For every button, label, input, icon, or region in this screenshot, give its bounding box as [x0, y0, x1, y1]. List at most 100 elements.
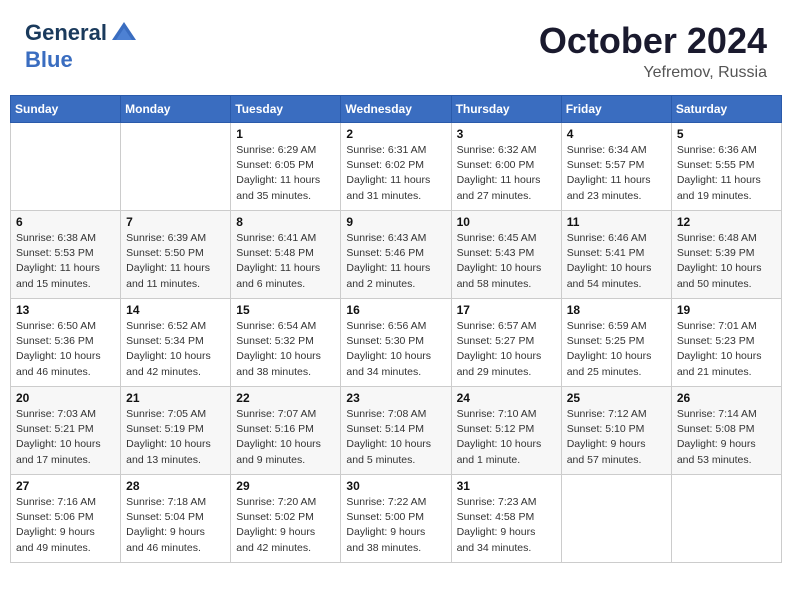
calendar-cell: 13Sunrise: 6:50 AM Sunset: 5:36 PM Dayli…	[11, 299, 121, 387]
weekday-header-thursday: Thursday	[451, 96, 561, 123]
month-title: October 2024	[539, 20, 767, 62]
weekday-header-tuesday: Tuesday	[231, 96, 341, 123]
calendar-cell	[11, 123, 121, 211]
weekday-header-sunday: Sunday	[11, 96, 121, 123]
calendar-cell: 8Sunrise: 6:41 AM Sunset: 5:48 PM Daylig…	[231, 211, 341, 299]
week-row-2: 6 Sunrise: 6:38 AM Sunset: 5:53 PM Daylig…	[11, 211, 782, 299]
day-number: 2	[346, 127, 445, 141]
day-number: 20	[16, 391, 115, 405]
calendar-cell: 24 Sunrise: 7:10 AM Sunset: 5:12 PM Dayli…	[451, 387, 561, 475]
day-info: Sunrise: 6:31 AM Sunset: 6:02 PM Dayligh…	[346, 143, 445, 204]
day-info: Sunrise: 6:34 AM Sunset: 5:57 PM Dayligh…	[567, 143, 666, 204]
day-info: Sunrise: 6:29 AM Sunset: 6:05 PM Dayligh…	[236, 143, 335, 204]
day-info: Sunrise: 7:22 AM Sunset: 5:00 PM Dayligh…	[346, 495, 445, 556]
day-info: Sunrise: 7:01 AM Sunset: 5:23 PM Dayligh…	[677, 319, 776, 380]
day-number: 11	[567, 215, 666, 229]
calendar-cell: 5 Sunrise: 6:36 AM Sunset: 5:55 PM Daylig…	[671, 123, 781, 211]
calendar-cell: 12 Sunrise: 6:48 AM Sunset: 5:39 PM Dayli…	[671, 211, 781, 299]
calendar-cell: 1 Sunrise: 6:29 AM Sunset: 6:05 PM Daylig…	[231, 123, 341, 211]
day-number: 6	[16, 215, 115, 229]
day-info: Sunrise: 6:32 AM Sunset: 6:00 PM Dayligh…	[457, 143, 556, 204]
calendar-cell: 6 Sunrise: 6:38 AM Sunset: 5:53 PM Daylig…	[11, 211, 121, 299]
day-info: Sunrise: 6:50 AM Sunset: 5:36 PM Dayligh…	[16, 319, 115, 380]
day-info: Sunrise: 7:03 AM Sunset: 5:21 PM Dayligh…	[16, 407, 115, 468]
day-info: Sunrise: 6:43 AM Sunset: 5:46 PM Dayligh…	[346, 231, 445, 292]
calendar-cell: 16 Sunrise: 6:56 AM Sunset: 5:30 PM Dayli…	[341, 299, 451, 387]
logo-text: General	[25, 20, 138, 48]
day-number: 15	[236, 303, 335, 317]
day-info: Sunrise: 7:05 AM Sunset: 5:19 PM Dayligh…	[126, 407, 225, 468]
day-number: 27	[16, 479, 115, 493]
calendar-cell	[121, 123, 231, 211]
day-info: Sunrise: 7:14 AM Sunset: 5:08 PM Dayligh…	[677, 407, 776, 468]
week-row-1: 1 Sunrise: 6:29 AM Sunset: 6:05 PM Daylig…	[11, 123, 782, 211]
calendar-cell: 7Sunrise: 6:39 AM Sunset: 5:50 PM Daylig…	[121, 211, 231, 299]
calendar-cell: 29 Sunrise: 7:20 AM Sunset: 5:02 PM Dayli…	[231, 475, 341, 563]
calendar-cell: 25Sunrise: 7:12 AM Sunset: 5:10 PM Dayli…	[561, 387, 671, 475]
day-number: 29	[236, 479, 335, 493]
calendar-cell: 30 Sunrise: 7:22 AM Sunset: 5:00 PM Dayli…	[341, 475, 451, 563]
day-number: 10	[457, 215, 556, 229]
day-info: Sunrise: 7:07 AM Sunset: 5:16 PM Dayligh…	[236, 407, 335, 468]
logo-blue-text: Blue	[25, 48, 138, 72]
day-info: Sunrise: 6:45 AM Sunset: 5:43 PM Dayligh…	[457, 231, 556, 292]
day-number: 14	[126, 303, 225, 317]
calendar-cell: 27Sunrise: 7:16 AM Sunset: 5:06 PM Dayli…	[11, 475, 121, 563]
day-number: 22	[236, 391, 335, 405]
day-number: 21	[126, 391, 225, 405]
day-info: Sunrise: 6:57 AM Sunset: 5:27 PM Dayligh…	[457, 319, 556, 380]
calendar-table: SundayMondayTuesdayWednesdayThursdayFrid…	[10, 95, 782, 563]
day-number: 30	[346, 479, 445, 493]
day-number: 9	[346, 215, 445, 229]
day-info: Sunrise: 6:36 AM Sunset: 5:55 PM Dayligh…	[677, 143, 776, 204]
day-info: Sunrise: 7:10 AM Sunset: 5:12 PM Dayligh…	[457, 407, 556, 468]
calendar-cell: 9 Sunrise: 6:43 AM Sunset: 5:46 PM Daylig…	[341, 211, 451, 299]
day-info: Sunrise: 7:23 AM Sunset: 4:58 PM Dayligh…	[457, 495, 556, 556]
calendar-cell: 18Sunrise: 6:59 AM Sunset: 5:25 PM Dayli…	[561, 299, 671, 387]
calendar-cell: 14Sunrise: 6:52 AM Sunset: 5:34 PM Dayli…	[121, 299, 231, 387]
day-number: 17	[457, 303, 556, 317]
weekday-header-friday: Friday	[561, 96, 671, 123]
calendar-cell: 3 Sunrise: 6:32 AM Sunset: 6:00 PM Daylig…	[451, 123, 561, 211]
weekday-header-saturday: Saturday	[671, 96, 781, 123]
calendar-cell: 10 Sunrise: 6:45 AM Sunset: 5:43 PM Dayli…	[451, 211, 561, 299]
day-info: Sunrise: 7:20 AM Sunset: 5:02 PM Dayligh…	[236, 495, 335, 556]
day-number: 16	[346, 303, 445, 317]
location: Yefremov, Russia	[539, 64, 767, 82]
day-number: 8	[236, 215, 335, 229]
weekday-header-wednesday: Wednesday	[341, 96, 451, 123]
day-info: Sunrise: 7:08 AM Sunset: 5:14 PM Dayligh…	[346, 407, 445, 468]
day-number: 26	[677, 391, 776, 405]
calendar-cell: 15Sunrise: 6:54 AM Sunset: 5:32 PM Dayli…	[231, 299, 341, 387]
calendar-cell: 23 Sunrise: 7:08 AM Sunset: 5:14 PM Dayli…	[341, 387, 451, 475]
calendar-cell: 31Sunrise: 7:23 AM Sunset: 4:58 PM Dayli…	[451, 475, 561, 563]
day-number: 24	[457, 391, 556, 405]
day-number: 3	[457, 127, 556, 141]
day-info: Sunrise: 6:48 AM Sunset: 5:39 PM Dayligh…	[677, 231, 776, 292]
day-info: Sunrise: 7:18 AM Sunset: 5:04 PM Dayligh…	[126, 495, 225, 556]
week-row-5: 27Sunrise: 7:16 AM Sunset: 5:06 PM Dayli…	[11, 475, 782, 563]
calendar-cell: 17 Sunrise: 6:57 AM Sunset: 5:27 PM Dayli…	[451, 299, 561, 387]
day-info: Sunrise: 6:46 AM Sunset: 5:41 PM Dayligh…	[567, 231, 666, 292]
calendar-cell: 19 Sunrise: 7:01 AM Sunset: 5:23 PM Dayli…	[671, 299, 781, 387]
day-number: 23	[346, 391, 445, 405]
week-row-3: 13Sunrise: 6:50 AM Sunset: 5:36 PM Dayli…	[11, 299, 782, 387]
calendar-cell: 26 Sunrise: 7:14 AM Sunset: 5:08 PM Dayli…	[671, 387, 781, 475]
calendar-cell: 21 Sunrise: 7:05 AM Sunset: 5:19 PM Dayli…	[121, 387, 231, 475]
day-number: 12	[677, 215, 776, 229]
calendar-cell: 4Sunrise: 6:34 AM Sunset: 5:57 PM Daylig…	[561, 123, 671, 211]
logo: General Blue	[25, 20, 138, 72]
day-info: Sunrise: 6:56 AM Sunset: 5:30 PM Dayligh…	[346, 319, 445, 380]
page-header: General Blue October 2024 Yefremov, Russ…	[10, 10, 782, 87]
day-info: Sunrise: 7:12 AM Sunset: 5:10 PM Dayligh…	[567, 407, 666, 468]
day-number: 19	[677, 303, 776, 317]
day-number: 5	[677, 127, 776, 141]
title-block: October 2024 Yefremov, Russia	[539, 20, 767, 82]
calendar-cell	[671, 475, 781, 563]
day-info: Sunrise: 6:38 AM Sunset: 5:53 PM Dayligh…	[16, 231, 115, 292]
calendar-cell: 11 Sunrise: 6:46 AM Sunset: 5:41 PM Dayli…	[561, 211, 671, 299]
day-info: Sunrise: 6:39 AM Sunset: 5:50 PM Dayligh…	[126, 231, 225, 292]
weekday-header-monday: Monday	[121, 96, 231, 123]
week-row-4: 20 Sunrise: 7:03 AM Sunset: 5:21 PM Dayli…	[11, 387, 782, 475]
day-number: 1	[236, 127, 335, 141]
